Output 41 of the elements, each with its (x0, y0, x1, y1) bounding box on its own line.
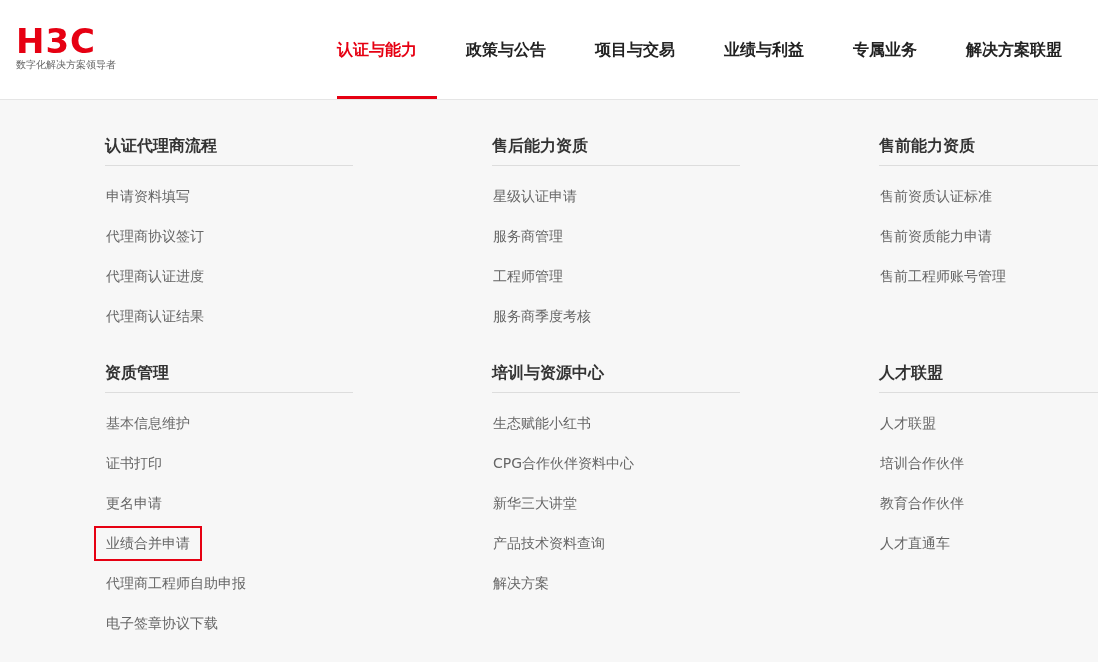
menu-link[interactable]: 星级认证申请 (481, 178, 589, 214)
menu-link[interactable]: 证书打印 (94, 445, 174, 481)
menu-link[interactable]: 电子签章协议下载 (94, 605, 230, 641)
menu-link[interactable]: 代理商协议签订 (94, 218, 216, 254)
nav-tab[interactable]: 业绩与利益 (724, 0, 824, 99)
menu-link[interactable]: 人才直通车 (868, 525, 962, 561)
menu-link[interactable]: 业绩合并申请 (94, 525, 202, 561)
section-heading: 售前能力资质 (879, 133, 1098, 166)
menu-link[interactable]: 售前资质能力申请 (868, 218, 1004, 254)
logo[interactable]: H3C 数字化解决方案领导者 (16, 26, 116, 72)
menu-link[interactable]: 新华三大讲堂 (481, 485, 589, 521)
section-heading: 资质管理 (105, 360, 353, 393)
section-heading: 认证代理商流程 (105, 133, 353, 166)
section-heading: 培训与资源中心 (492, 360, 740, 393)
nav-tab[interactable]: 专属业务 (853, 0, 937, 99)
menu-link[interactable]: 更名申请 (94, 485, 174, 521)
menu-link[interactable]: 售前工程师账号管理 (868, 258, 1018, 294)
logo-wordmark: H3C (16, 26, 97, 56)
nav-tab[interactable]: 政策与公告 (466, 0, 566, 99)
menu-link[interactable]: 工程师管理 (481, 258, 575, 294)
nav-tab[interactable]: 项目与交易 (595, 0, 695, 99)
menu-link[interactable]: 售前资质认证标准 (868, 178, 1004, 214)
menu-link[interactable]: 服务商季度考核 (481, 298, 603, 334)
menu-link[interactable]: 服务商管理 (481, 218, 575, 254)
menu-link[interactable]: 代理商认证结果 (94, 298, 216, 334)
menu-link[interactable]: 代理商工程师自助申报 (94, 565, 258, 601)
menu-link[interactable]: 基本信息维护 (94, 405, 202, 441)
menu-link[interactable]: 教育合作伙伴 (868, 485, 976, 521)
nav-tab[interactable]: 解决方案联盟 (966, 0, 1082, 99)
section-heading: 售后能力资质 (492, 133, 740, 166)
nav-tab[interactable]: 认证与能力 (337, 0, 437, 99)
section-heading: 人才联盟 (879, 360, 1098, 393)
logo-tagline: 数字化解决方案领导者 (16, 58, 116, 72)
menu-link[interactable]: 代理商认证进度 (94, 258, 216, 294)
menu-link[interactable]: 申请资料填写 (94, 178, 202, 214)
menu-link[interactable]: 生态赋能小红书 (481, 405, 603, 441)
menu-link[interactable]: 培训合作伙伴 (868, 445, 976, 481)
menu-link[interactable]: 产品技术资料查询 (481, 525, 617, 561)
menu-link[interactable]: CPG合作伙伴资料中心 (481, 445, 647, 481)
menu-link[interactable]: 人才联盟 (868, 405, 948, 441)
menu-link[interactable]: 解决方案 (481, 565, 561, 601)
